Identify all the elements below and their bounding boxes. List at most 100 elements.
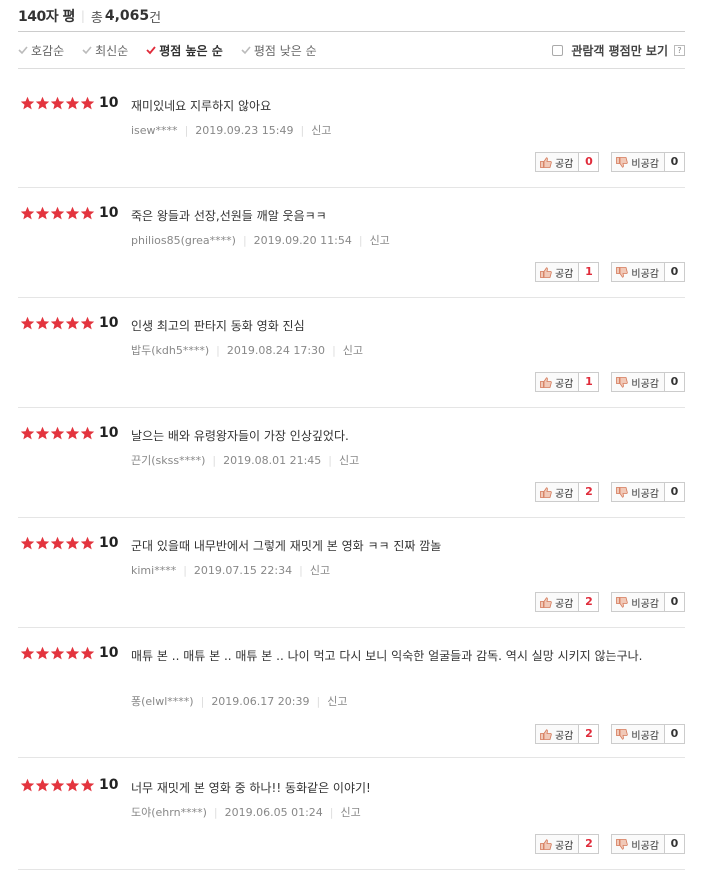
- review-item: 10 매튜 본 .. 매튜 본 .. 매튜 본 .. 나이 먹고 다시 보니 익…: [18, 645, 685, 757]
- dislike-label: 비공감: [631, 488, 659, 500]
- dislike-label: 비공감: [631, 378, 659, 390]
- review-meta: 퐁(elwl****) | 2019.06.17 20:39 | 신고: [131, 693, 347, 709]
- report-link[interactable]: 신고: [311, 122, 331, 138]
- thumbs-up-icon: [540, 376, 552, 388]
- star-icon: [20, 316, 35, 329]
- meta-divider: |: [213, 805, 218, 819]
- dislike-count: 0: [665, 482, 685, 502]
- star-icon: [50, 778, 65, 791]
- review-meta: 끈기(skss****) | 2019.08.01 21:45 | 신고: [131, 452, 359, 468]
- sort-option-low-score[interactable]: 평점 낮은 순: [241, 42, 317, 59]
- meta-divider: |: [316, 694, 321, 708]
- review-text: 너무 재밋게 본 영화 중 하나!! 동화같은 이야기!: [131, 781, 371, 795]
- section-title: 140자 평: [18, 9, 75, 25]
- star-icon: [65, 536, 80, 549]
- dislike-button[interactable]: 비공감: [611, 834, 665, 854]
- report-link[interactable]: 신고: [327, 693, 347, 709]
- report-link[interactable]: 신고: [343, 342, 363, 358]
- like-button[interactable]: 공감: [534, 724, 580, 744]
- review-date: 2019.07.15 22:34: [193, 563, 293, 577]
- report-link[interactable]: 신고: [370, 232, 390, 248]
- viewer-only-label[interactable]: 관람객 평점만 보기: [571, 42, 668, 59]
- star-icon: [35, 646, 50, 659]
- dislike-button[interactable]: 비공감: [611, 724, 665, 744]
- review-date: 2019.06.17 20:39: [211, 694, 310, 708]
- score-value: 10: [99, 205, 119, 221]
- review-item: 10 죽은 왕들과 선장,선원들 깨알 웃음ㅋㅋ philios85(grea*…: [18, 205, 685, 297]
- like-count: 2: [579, 482, 600, 502]
- review-date: 2019.09.23 15:49: [195, 123, 294, 137]
- review-date: 2019.06.05 01:24: [224, 805, 323, 819]
- like-button[interactable]: 공감: [534, 262, 580, 282]
- vote-controls: 공감 2 비공감 0: [534, 724, 685, 744]
- help-icon[interactable]: ?: [674, 44, 685, 56]
- review-meta: 밥두(kdh5****) | 2019.08.24 17:30 | 신고: [131, 342, 363, 358]
- review-date: 2019.08.01 21:45: [223, 453, 322, 467]
- author-name[interactable]: 도야(ehrn****): [131, 804, 207, 820]
- dislike-count: 0: [665, 592, 685, 612]
- like-button[interactable]: 공감: [534, 482, 580, 502]
- viewer-only-checkbox[interactable]: [552, 44, 564, 56]
- like-button[interactable]: 공감: [534, 592, 580, 612]
- dislike-button[interactable]: 비공감: [611, 152, 665, 172]
- dislike-button[interactable]: 비공감: [611, 372, 665, 392]
- star-icon: [20, 206, 35, 219]
- star-rating: [20, 778, 95, 793]
- review-date: 2019.09.20 11:54: [253, 233, 352, 247]
- total-count: 4,065: [104, 8, 150, 24]
- star-rating: [20, 206, 95, 221]
- score-value: 10: [99, 315, 119, 331]
- check-icon: [82, 46, 92, 55]
- author-name[interactable]: 끈기(skss****): [131, 452, 205, 468]
- sort-option-high-score[interactable]: 평점 높은 순: [146, 42, 223, 59]
- sort-option-label: 평점 높은 순: [159, 43, 223, 58]
- meta-divider: |: [299, 563, 303, 577]
- like-button[interactable]: 공감: [534, 152, 580, 172]
- dislike-button[interactable]: 비공감: [611, 262, 665, 282]
- thumbs-down-icon: [616, 486, 629, 498]
- like-button[interactable]: 공감: [534, 834, 580, 854]
- star-icon: [65, 206, 80, 219]
- meta-divider: |: [183, 563, 187, 577]
- thumbs-down-icon: [616, 266, 629, 278]
- dislike-button[interactable]: 비공감: [611, 592, 665, 612]
- like-button[interactable]: 공감: [534, 372, 580, 392]
- like-label: 공감: [554, 158, 574, 170]
- review-meta: philios85(grea****) | 2019.09.20 11:54 |…: [131, 232, 390, 248]
- score-value: 10: [99, 645, 119, 661]
- total-prefix: 총: [90, 10, 103, 26]
- sort-option-label: 평점 낮은 순: [253, 43, 317, 58]
- report-link[interactable]: 신고: [341, 804, 361, 820]
- author-name[interactable]: philios85(grea****): [131, 234, 236, 247]
- star-rating: [20, 536, 95, 551]
- star-icon: [50, 426, 65, 439]
- sort-option-likes[interactable]: 호감순: [18, 42, 64, 59]
- meta-divider: |: [332, 343, 336, 357]
- meta-divider: |: [242, 233, 247, 247]
- review-header: 140자 평 | 총 4,065 건: [18, 6, 161, 26]
- meta-divider: |: [200, 694, 205, 708]
- review-divider: [18, 627, 685, 628]
- dislike-count: 0: [665, 152, 685, 172]
- author-name[interactable]: kimi****: [131, 564, 176, 577]
- review-date: 2019.08.24 17:30: [226, 343, 326, 357]
- sort-option-label: 호감순: [31, 43, 65, 58]
- star-icon: [20, 96, 35, 109]
- author-name[interactable]: isew****: [131, 124, 178, 137]
- report-link[interactable]: 신고: [339, 452, 359, 468]
- sort-option-latest[interactable]: 최신순: [82, 42, 128, 59]
- dislike-button[interactable]: 비공감: [611, 482, 665, 502]
- star-icon: [50, 646, 65, 659]
- review-divider: [18, 757, 685, 758]
- dislike-label: 비공감: [631, 598, 659, 610]
- star-icon: [35, 206, 50, 219]
- author-name[interactable]: 밥두(kdh5****): [131, 342, 209, 358]
- star-icon: [80, 316, 95, 329]
- author-name[interactable]: 퐁(elwl****): [131, 693, 194, 709]
- star-icon: [20, 536, 35, 549]
- review-item: 10 재미있네요 지루하지 않아요 isew**** | 2019.09.23 …: [18, 95, 685, 187]
- star-icon: [35, 426, 50, 439]
- dislike-count: 0: [665, 372, 685, 392]
- meta-divider: |: [300, 123, 305, 137]
- report-link[interactable]: 신고: [310, 562, 330, 578]
